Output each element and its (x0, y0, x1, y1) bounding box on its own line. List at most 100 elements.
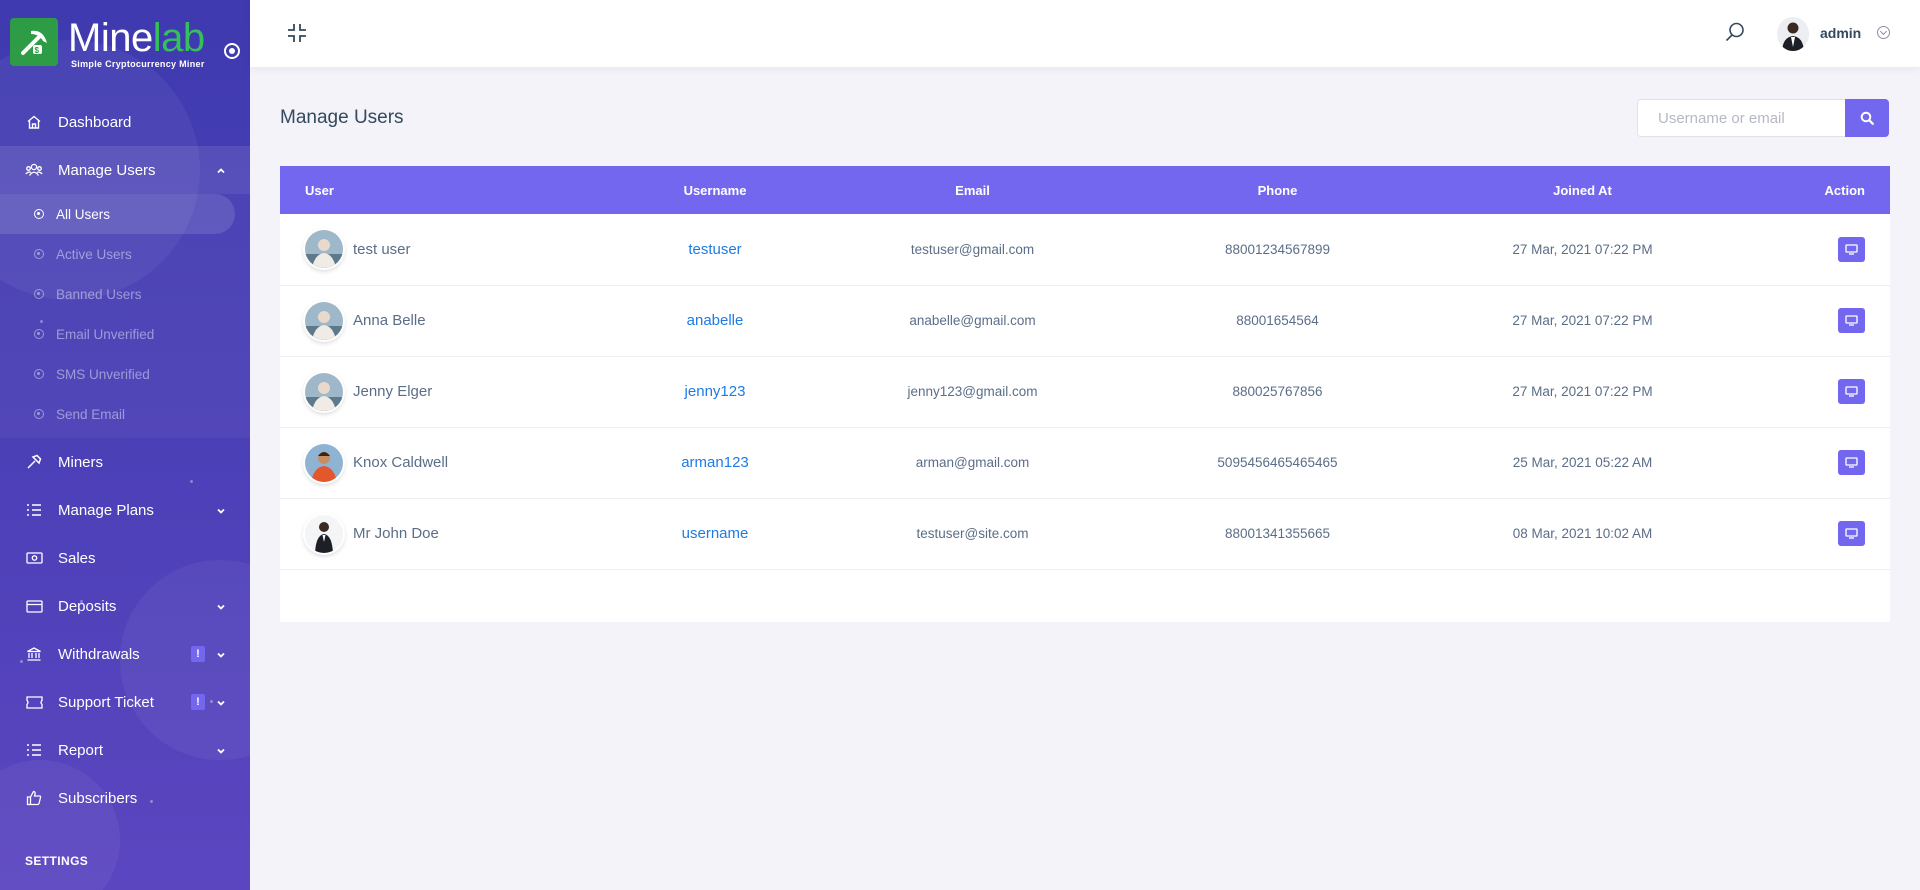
sidebar-item-sales[interactable]: Sales (0, 534, 250, 582)
user-joined-at: 25 Mar, 2021 05:22 AM (1512, 455, 1653, 470)
user-phone: 88001654564 (1236, 313, 1319, 328)
sidebar-item-deposits[interactable]: Deposits (0, 582, 250, 630)
submenu-item-all-users[interactable]: All Users (0, 194, 235, 234)
view-details-button[interactable] (1838, 379, 1865, 404)
dot-circle-icon (34, 369, 44, 379)
submenu-item-banned-users[interactable]: Banned Users (0, 274, 250, 314)
column-header-joined-at: Joined At (1553, 182, 1612, 198)
user-full-name: Knox Caldwell (353, 454, 449, 471)
table-row: Anna Belle anabelle anabelle@gmail.com 8… (280, 285, 1890, 356)
chevron-down-icon (216, 743, 226, 760)
table-row: Jenny Elger jenny123 jenny123@gmail.com … (280, 356, 1890, 427)
user-search-form (1637, 99, 1889, 137)
sidebar-item-label: Report (58, 741, 104, 759)
compress-icon[interactable] (286, 22, 308, 44)
username-link[interactable]: username (682, 525, 749, 542)
topbar: admin (250, 0, 1920, 67)
list-icon (25, 741, 43, 759)
home-icon (25, 113, 43, 131)
submenu-label: Send Email (56, 406, 126, 422)
search-input[interactable] (1637, 99, 1845, 137)
user-joined-at: 27 Mar, 2021 07:22 PM (1512, 313, 1653, 328)
chevron-down-icon (216, 503, 226, 520)
view-details-button[interactable] (1838, 450, 1865, 475)
sidebar-item-label: Support Ticket (58, 693, 154, 711)
pickaxe-logo-icon: $ (10, 18, 58, 66)
sidebar-menu: Dashboard Manage Users All Users Active … (0, 98, 250, 878)
submenu-item-active-users[interactable]: Active Users (0, 234, 250, 274)
sidebar-item-label: Dashboard (58, 113, 132, 131)
bank-icon (25, 645, 43, 663)
chevron-down-circle-icon[interactable] (1877, 26, 1890, 39)
username-link[interactable]: anabelle (687, 312, 744, 329)
user-full-name: Mr John Doe (353, 525, 439, 542)
sidebar-item-label: Sales (58, 549, 96, 567)
admin-avatar[interactable] (1777, 17, 1809, 51)
user-email: jenny123@gmail.com (907, 384, 1038, 399)
sidebar-item-withdrawals[interactable]: Withdrawals ! (0, 630, 250, 678)
user-phone: 88001341355665 (1224, 526, 1331, 541)
sidebar-item-label: Manage Plans (58, 501, 154, 519)
sidebar-toggle-icon[interactable] (224, 43, 240, 59)
sidebar-item-miners[interactable]: Miners (0, 438, 250, 486)
column-header-username: Username (683, 182, 747, 198)
users-table-card: User Username Email Phone Joined At Acti… (280, 166, 1890, 622)
table-row: Knox Caldwell arman123 arman@gmail.com 5… (280, 427, 1890, 498)
username-link[interactable]: arman123 (681, 454, 749, 471)
user-email: arman@gmail.com (915, 455, 1030, 470)
view-details-button[interactable] (1838, 308, 1865, 333)
sidebar-item-dashboard[interactable]: Dashboard (0, 98, 250, 146)
brand-tagline: Simple Cryptocurrency Miner (71, 59, 205, 69)
desktop-icon (1845, 528, 1858, 539)
submenu-item-email-unverified[interactable]: Email Unverified (0, 314, 250, 354)
sidebar-item-subscribers[interactable]: Subscribers (0, 774, 250, 822)
hammer-icon (25, 453, 43, 471)
view-details-button[interactable] (1838, 521, 1865, 546)
column-header-user: User (305, 182, 334, 198)
sidebar: $ Minelab Simple Cryptocurrency Miner Da… (0, 0, 250, 890)
view-details-button[interactable] (1838, 236, 1865, 262)
user-email: anabelle@gmail.com (909, 313, 1036, 328)
user-joined-at: 27 Mar, 2021 07:22 PM (1512, 384, 1653, 399)
dot-circle-icon (34, 329, 44, 339)
table-row: test user testuser testuser@gmail.com 88… (280, 214, 1890, 285)
username-link[interactable]: jenny123 (685, 383, 746, 400)
chevron-up-icon (216, 163, 226, 180)
sidebar-item-manage-plans[interactable]: Manage Plans (0, 486, 250, 534)
settings-section-title: SETTINGS (25, 854, 89, 868)
user-full-name: Jenny Elger (353, 383, 433, 400)
user-avatar (305, 514, 343, 553)
table-row: Mr John Doe username testuser@site.com 8… (280, 498, 1890, 569)
sidebar-item-report[interactable]: Report (0, 726, 250, 774)
search-button[interactable] (1845, 99, 1889, 137)
notification-badge: ! (191, 646, 205, 662)
dot-circle-icon (34, 409, 44, 419)
dot-circle-icon (34, 209, 44, 219)
chevron-down-icon (216, 647, 226, 664)
manage-users-submenu: All Users Active Users Banned Users Emai… (0, 194, 250, 438)
user-avatar (305, 301, 343, 340)
submenu-label: Banned Users (56, 286, 142, 302)
thumbs-up-icon (25, 789, 43, 807)
user-full-name: Anna Belle (353, 312, 426, 329)
sidebar-item-support-ticket[interactable]: Support Ticket ! (0, 678, 250, 726)
submenu-item-sms-unverified[interactable]: SMS Unverified (0, 354, 250, 394)
ticket-icon (25, 693, 43, 711)
sidebar-item-manage-users[interactable]: Manage Users (0, 146, 250, 194)
user-joined-at: 27 Mar, 2021 07:22 PM (1512, 241, 1653, 257)
credit-card-icon (25, 597, 43, 615)
submenu-item-send-email[interactable]: Send Email (0, 394, 250, 434)
admin-name[interactable]: admin (1820, 25, 1861, 41)
sidebar-item-label: Subscribers (58, 789, 138, 807)
search-icon[interactable] (1724, 21, 1746, 43)
user-avatar (305, 372, 343, 411)
user-email: testuser@site.com (916, 526, 1029, 541)
table-header-row: User Username Email Phone Joined At Acti… (280, 166, 1890, 214)
submenu-label: Email Unverified (56, 326, 155, 342)
username-link[interactable]: testuser (688, 241, 741, 258)
desktop-icon (1845, 315, 1858, 326)
desktop-icon (1845, 386, 1858, 397)
brand-logo[interactable]: $ Minelab Simple Cryptocurrency Miner (0, 0, 250, 80)
brand-name: Minelab (68, 16, 205, 60)
user-phone: 5095456465465465 (1217, 455, 1338, 470)
